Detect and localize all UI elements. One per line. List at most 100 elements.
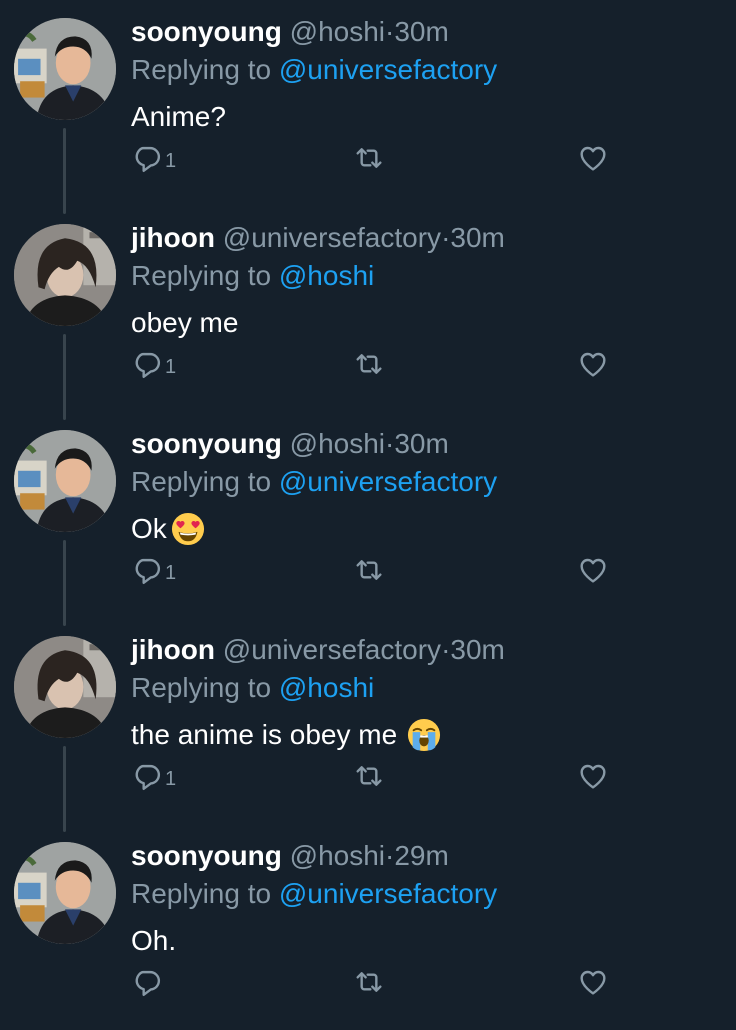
reply-count: 1 [165, 149, 177, 172]
tweet[interactable]: jihoon @universefactory·30m Replying to … [0, 618, 736, 832]
action-bar: 1 [131, 756, 631, 796]
retweet-icon [356, 148, 382, 168]
like-button[interactable] [577, 756, 609, 796]
avatar[interactable] [14, 842, 116, 944]
thread-line [63, 334, 66, 420]
retweet-button[interactable] [353, 138, 385, 178]
replying-to-label: Replying to [131, 672, 272, 703]
avatar[interactable] [14, 430, 116, 532]
tweet-text-row: Oh. [131, 923, 716, 959]
display-name[interactable]: jihoon [131, 222, 215, 253]
like-button[interactable] [577, 138, 609, 178]
retweet-icon [356, 354, 382, 374]
heart-eyes-emoji [171, 512, 205, 546]
display-name[interactable]: soonyoung [131, 840, 282, 871]
user-handle[interactable]: @hoshi [290, 16, 385, 47]
reply-icon [135, 970, 161, 996]
heart-icon [580, 764, 606, 789]
separator-dot: · [441, 634, 451, 665]
replying-to: Replying to @hoshi [131, 670, 716, 706]
thread-line [63, 128, 66, 214]
separator-dot: · [385, 840, 395, 871]
tweet-text-row: the anime is obey me [131, 717, 716, 753]
replying-to-link[interactable]: @universefactory [279, 878, 497, 909]
replying-to-link[interactable]: @universefactory [279, 466, 497, 497]
tweet[interactable]: soonyoung @hoshi·30m Replying to @univer… [0, 412, 736, 626]
timestamp[interactable]: 30m [450, 634, 504, 665]
action-bar: 1 [131, 550, 631, 590]
retweet-button[interactable] [353, 756, 385, 796]
timestamp[interactable]: 29m [394, 840, 448, 871]
tweet-content: soonyoung @hoshi·30m Replying to @univer… [131, 426, 716, 547]
avatar[interactable] [14, 18, 116, 120]
reply-button[interactable]: 1 [131, 756, 176, 796]
like-button[interactable] [577, 550, 609, 590]
action-bar: 1 [131, 344, 631, 384]
tweet-text: Ok [131, 513, 167, 544]
soonyoung-avatar [14, 18, 116, 120]
tweet-header: jihoon @universefactory·30m [131, 632, 716, 668]
tweet-text: Oh. [131, 925, 177, 956]
tweet-text: Anime? [131, 101, 226, 132]
like-button[interactable] [577, 344, 609, 384]
like-button[interactable] [577, 962, 609, 1002]
reply-button[interactable] [131, 962, 165, 1002]
soonyoung-avatar [14, 430, 116, 532]
replying-to-label: Replying to [131, 466, 272, 497]
jihoon-avatar [14, 636, 116, 738]
reply-count: 1 [165, 561, 177, 584]
reply-icon [135, 764, 161, 790]
retweet-icon [356, 972, 382, 992]
reply-icon [135, 352, 161, 378]
retweet-button[interactable] [353, 550, 385, 590]
reply-button[interactable]: 1 [131, 344, 176, 384]
user-handle[interactable]: @hoshi [290, 840, 385, 871]
tweet-content: jihoon @universefactory·30m Replying to … [131, 632, 716, 753]
tweet-text: obey me [131, 307, 239, 338]
thread-line [63, 540, 66, 626]
retweet-icon [356, 560, 382, 580]
avatar[interactable] [14, 224, 116, 326]
heart-icon [580, 146, 606, 171]
user-handle[interactable]: @universefactory [223, 222, 441, 253]
timestamp[interactable]: 30m [394, 428, 448, 459]
action-bar [131, 962, 631, 1002]
timestamp[interactable]: 30m [450, 222, 504, 253]
heart-icon [580, 352, 606, 377]
tweet-text-row: Ok [131, 511, 716, 547]
tweet-text-row: obey me [131, 305, 716, 341]
reply-button[interactable]: 1 [131, 138, 176, 178]
reply-icon [135, 558, 161, 584]
replying-to: Replying to @universefactory [131, 876, 716, 912]
retweet-button[interactable] [353, 962, 385, 1002]
tweet-text-row: Anime? [131, 99, 716, 135]
avatar[interactable] [14, 636, 116, 738]
tweet[interactable]: jihoon @universefactory·30m Replying to … [0, 206, 736, 420]
retweet-button[interactable] [353, 344, 385, 384]
replying-to-label: Replying to [131, 878, 272, 909]
reply-button[interactable]: 1 [131, 550, 176, 590]
display-name[interactable]: soonyoung [131, 428, 282, 459]
replying-to: Replying to @hoshi [131, 258, 716, 294]
tweet[interactable]: soonyoung @hoshi·30m Replying to @univer… [0, 0, 736, 214]
replying-to: Replying to @universefactory [131, 52, 716, 88]
display-name[interactable]: jihoon [131, 634, 215, 665]
tweet-header: jihoon @universefactory·30m [131, 220, 716, 256]
user-handle[interactable]: @hoshi [290, 428, 385, 459]
replying-to-link[interactable]: @universefactory [279, 54, 497, 85]
replying-to-link[interactable]: @hoshi [279, 672, 374, 703]
tweet[interactable]: soonyoung @hoshi·29m Replying to @univer… [0, 824, 736, 1030]
thread-line [63, 746, 66, 832]
loudly-crying-emoji [407, 718, 441, 752]
reply-thread: soonyoung @hoshi·30m Replying to @univer… [0, 0, 736, 1026]
replying-to-label: Replying to [131, 260, 272, 291]
replying-to-label: Replying to [131, 54, 272, 85]
replying-to-link[interactable]: @hoshi [279, 260, 374, 291]
jihoon-avatar [14, 224, 116, 326]
user-handle[interactable]: @universefactory [223, 634, 441, 665]
tweet-header: soonyoung @hoshi·30m [131, 14, 716, 50]
reply-icon [135, 146, 161, 172]
display-name[interactable]: soonyoung [131, 16, 282, 47]
heart-icon [580, 970, 606, 995]
timestamp[interactable]: 30m [394, 16, 448, 47]
